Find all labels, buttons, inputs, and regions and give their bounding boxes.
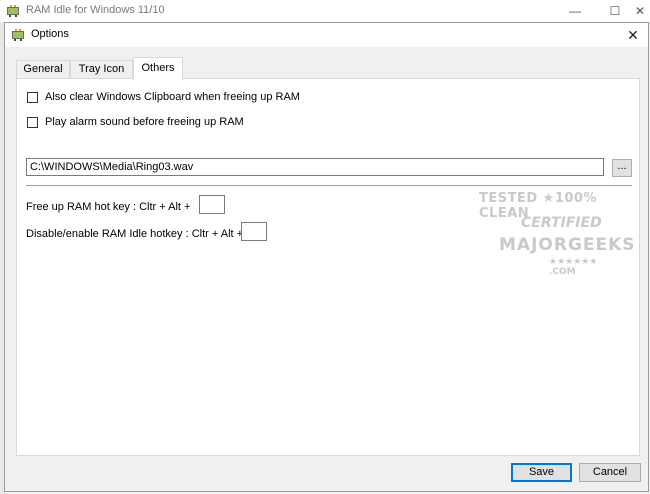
- dialog-app-icon: [12, 29, 24, 41]
- minimize-button[interactable]: —: [560, 2, 590, 20]
- sound-path-input[interactable]: C:\WINDOWS\Media\Ring03.wav: [26, 158, 604, 176]
- save-button[interactable]: Save: [511, 463, 572, 482]
- parent-window-title: RAM Idle for Windows 11/10: [26, 4, 165, 16]
- dialog-close-button[interactable]: ✕: [622, 25, 644, 45]
- others-tab-panel: Also clear Windows Clipboard when freein…: [16, 78, 640, 456]
- clear-clipboard-label[interactable]: Also clear Windows Clipboard when freein…: [45, 91, 300, 103]
- watermark-majorgeeks: MAJORGEEKS: [499, 235, 636, 255]
- toggle-hotkey-label: Disable/enable RAM Idle hotkey : Cltr + …: [26, 228, 244, 240]
- watermark-tested: TESTED ★100% CLEAN: [479, 191, 597, 221]
- play-alarm-label[interactable]: Play alarm sound before freeing up RAM: [45, 116, 244, 128]
- tab-others[interactable]: Others: [133, 57, 183, 80]
- free-hotkey-label: Free up RAM hot key : Cltr + Alt +: [26, 201, 191, 213]
- watermark-com: ★★★★★★ .COM: [549, 257, 598, 277]
- watermark-certified: CERTIFIED: [521, 215, 602, 231]
- browse-button[interactable]: ...: [612, 159, 632, 177]
- cancel-button[interactable]: Cancel: [579, 463, 641, 482]
- options-dialog: Options ✕ General Tray Icon Others Also …: [4, 22, 649, 492]
- toggle-hotkey-input[interactable]: [241, 222, 267, 241]
- parent-titlebar: RAM Idle for Windows 11/10 — ☐ ✕: [0, 0, 650, 22]
- play-alarm-checkbox[interactable]: [27, 117, 38, 128]
- parent-close-button[interactable]: ✕: [625, 2, 650, 20]
- tab-tray-icon[interactable]: Tray Icon: [70, 60, 133, 79]
- dialog-titlebar: Options ✕: [5, 23, 648, 47]
- clear-clipboard-checkbox[interactable]: [27, 92, 38, 103]
- divider: [26, 185, 632, 186]
- tab-general[interactable]: General: [16, 60, 70, 79]
- free-hotkey-input[interactable]: [199, 195, 225, 214]
- app-icon: [7, 5, 19, 17]
- dialog-title: Options: [31, 28, 69, 40]
- majorgeeks-watermark: TESTED ★100% CLEAN CERTIFIED MAJORGEEKS …: [479, 189, 635, 277]
